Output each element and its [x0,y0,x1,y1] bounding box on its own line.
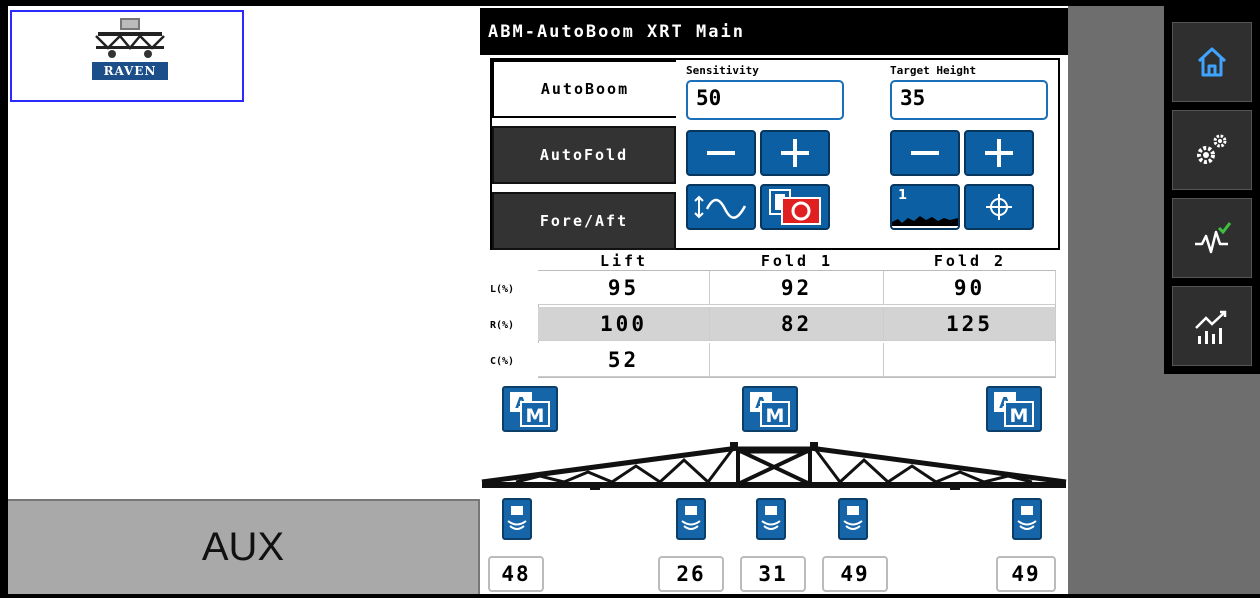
sensitivity-field[interactable]: 50 [686,80,844,120]
table-cell: 92 [710,271,884,305]
row-label-left: L(%) [490,284,515,295]
boom-sensor-2 [676,498,706,540]
auto-manual-fold-1-button[interactable]: A M [742,386,798,432]
column-header-fold-1: Fold 1 [760,252,834,270]
home-button[interactable] [1172,22,1252,102]
sprayer-boom-graphic [481,442,1067,490]
target-center-button[interactable] [964,184,1034,230]
ultrasonic-sensor-icon [507,506,527,530]
table-cell: 90 [884,271,1056,305]
table-cell: 100 [538,307,710,341]
target-height-increase-button[interactable] [964,130,1034,176]
row-label-center: C(%) [490,356,515,367]
height-wave-icon [694,195,747,219]
sensor-readout-5: 49 [996,556,1056,592]
raven-logo-box: RAVEN [10,10,244,102]
diagnostics-button[interactable] [1172,198,1252,278]
tab-autoboom[interactable]: AutoBoom [492,60,676,118]
right-gray-panel [1068,6,1164,594]
svg-text:M: M [526,405,545,427]
sensitivity-decrease-button[interactable] [686,130,756,176]
sensor-readout-3: 31 [740,556,806,592]
crosshair-icon [986,194,1012,220]
ultrasonic-sensor-icon [1017,506,1037,530]
plus-icon [985,139,1013,167]
settings-button[interactable] [1172,110,1252,190]
height-mode-button[interactable] [686,184,756,230]
aux-button[interactable]: AUX [8,499,480,594]
tab-fore-aft[interactable]: Fore/Aft [492,192,676,250]
terrain-profile-button[interactable]: 1 [890,184,960,230]
auto-manual-lift-button[interactable]: A M [502,386,558,432]
boom-sensor-1 [502,498,532,540]
performance-button[interactable] [1172,286,1252,366]
svg-text:M: M [1010,405,1029,427]
home-icon [1197,47,1227,77]
diagnostics-icon [1195,222,1232,254]
table-cell: 52 [538,343,710,377]
boom-sensor-3 [756,498,786,540]
sprayer-logo-icon [95,18,165,58]
sensor-readout-2: 26 [658,556,724,592]
record-stop-icon [769,189,821,225]
ultrasonic-sensor-icon [761,506,781,530]
auto-manual-icon: A M [510,392,550,427]
boom-sensor-5 [1012,498,1042,540]
auto-manual-icon: A M [750,392,790,427]
left-border [0,0,8,598]
sidebar-rail-filler [1164,374,1260,594]
table-cell [884,343,1056,377]
boom-sensor-4 [838,498,868,540]
sensitivity-label: Sensitivity [686,64,759,77]
tab-autofold[interactable]: AutoFold [492,126,676,184]
raven-brand-label: RAVEN [92,62,168,80]
ultrasonic-sensor-icon [681,506,701,530]
table-cell: 125 [884,307,1056,341]
auto-manual-icon: A M [994,392,1034,427]
table-cell: 95 [538,271,710,305]
column-header-lift: Lift [599,252,649,270]
record-stop-button[interactable] [760,184,830,230]
minus-icon [911,151,939,155]
auto-manual-fold-2-button[interactable]: A M [986,386,1042,432]
bottom-border [0,594,1260,598]
target-height-decrease-button[interactable] [890,130,960,176]
column-header-fold-2: Fold 2 [933,252,1007,270]
settings-gears-icon [1197,134,1227,164]
performance-chart-icon [1195,310,1227,344]
table-cell: 82 [710,307,884,341]
profile-number: 1 [898,188,908,203]
sensor-readout-4: 49 [822,556,888,592]
row-label-right: R(%) [490,320,515,331]
plus-icon [781,139,809,167]
terrain-profile-icon [892,216,958,228]
page-title: ABM-AutoBoom XRT Main [480,8,1068,55]
table-cell [710,343,884,377]
ultrasonic-sensor-icon [843,506,863,530]
svg-text:M: M [766,405,785,427]
minus-icon [707,151,735,155]
sensor-readout-1: 48 [488,556,544,592]
target-height-label: Target Height [890,64,977,77]
sensitivity-increase-button[interactable] [760,130,830,176]
target-height-field[interactable]: 35 [890,80,1048,120]
